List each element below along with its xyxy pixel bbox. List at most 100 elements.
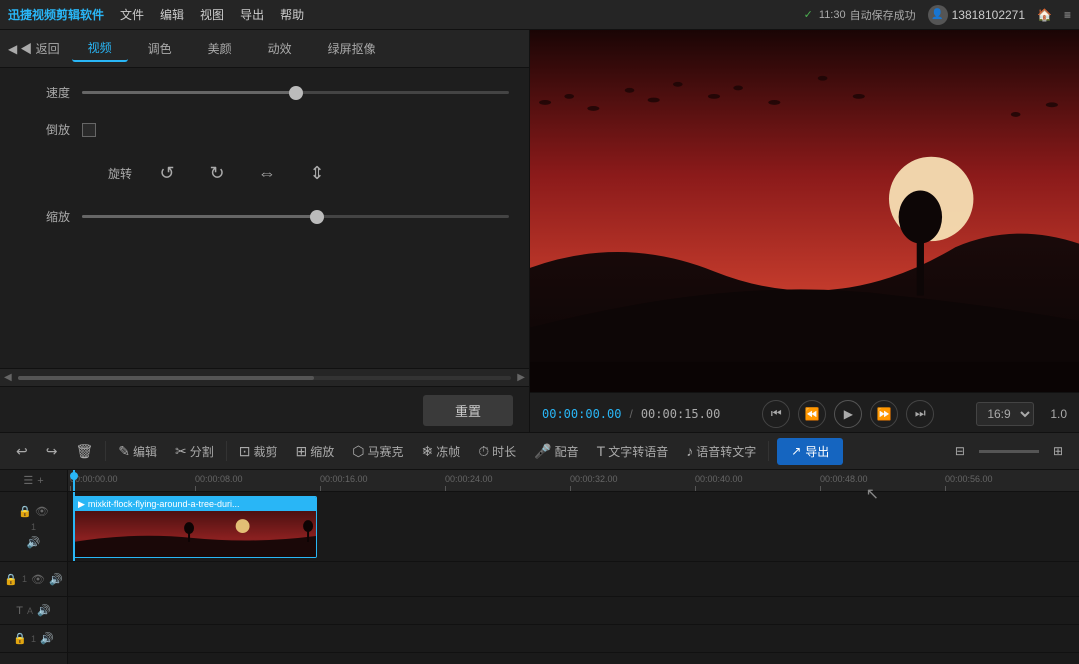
reverse-row: 倒放 (20, 121, 509, 138)
audio-label: 配音 (555, 443, 579, 460)
menu-edit[interactable]: 编辑 (160, 6, 184, 23)
speech-to-text-icon: ♪ (686, 443, 693, 459)
zoom-tl-button[interactable]: ⊞ 缩放 (288, 439, 343, 464)
menu-file[interactable]: 文件 (120, 6, 144, 23)
ruler-tick-4 (570, 486, 571, 491)
speech-to-text-label: 语音转文字 (696, 443, 756, 460)
scrollbar-thumb[interactable] (18, 376, 314, 380)
speed-slider[interactable] (82, 91, 509, 94)
track2-number: 1 (22, 574, 27, 584)
tab-video[interactable]: 视频 (72, 35, 128, 62)
video-track-lane[interactable]: ▶ mixkit-flock-flying-around-a-tree-duri… (68, 492, 1079, 562)
scale-row: 缩放 (20, 208, 509, 225)
tab-effect[interactable]: 动效 (252, 36, 308, 61)
user-info[interactable]: 👤 13818102271 (928, 5, 1025, 25)
rotate-label: 旋转 (82, 165, 132, 182)
split-button[interactable]: ✂ 分割 (167, 439, 222, 464)
divider-3 (768, 441, 769, 461)
track3-text-icon[interactable]: T (16, 605, 23, 617)
track-volume-icon[interactable]: 🔊 (27, 536, 41, 549)
rewind-button[interactable]: ⏪ (798, 400, 826, 428)
next-frame-button[interactable]: ⏭ (906, 400, 934, 428)
reset-button[interactable]: 重置 (423, 395, 513, 426)
home-icon[interactable]: 🏠 (1037, 8, 1052, 22)
duration-label: 时长 (492, 443, 516, 460)
delete-button[interactable]: 🗑 (67, 439, 101, 464)
zoom-out-button[interactable]: ⊟ (947, 440, 973, 462)
menu-help[interactable]: 帮助 (280, 6, 304, 23)
prev-frame-button[interactable]: ⏮ (762, 400, 790, 428)
horizontal-scrollbar[interactable]: ◀ ▶ (0, 368, 529, 386)
back-button[interactable]: ◀ ◀ 返回 (8, 40, 60, 57)
timeline-list-icon[interactable]: ☰ (23, 474, 33, 487)
track3-icon2[interactable]: 🔊 (37, 604, 51, 617)
track-lock-icon[interactable]: 🔒 (18, 505, 32, 518)
text-to-speech-button[interactable]: T 文字转语音 (589, 439, 677, 464)
audio-button[interactable]: 🎤 配音 (526, 439, 586, 464)
forward-button[interactable]: ⏩ (870, 400, 898, 428)
cut-label: 裁剪 (253, 443, 277, 460)
preview-area (530, 30, 1079, 392)
property-panel: 速度 倒放 旋转 ↺ ↻ ⇔ ⇕ 缩放 (0, 68, 529, 368)
menu-view[interactable]: 视图 (200, 6, 224, 23)
undo-icon: ↩ (16, 443, 28, 460)
clip-thumbnail (74, 511, 316, 557)
timeline-ruler: 00:00:00.00 00:00:08.00 00:00:16.00 00:0… (68, 470, 1079, 492)
divider-2 (226, 441, 227, 461)
ruler-label-1: 00:00:08.00 (195, 474, 243, 484)
track4-volume-icon[interactable]: 🔊 (40, 632, 54, 645)
play-button[interactable]: ▶ (834, 400, 862, 428)
edit-button[interactable]: ✎ 编辑 (110, 439, 165, 464)
tab-color[interactable]: 调色 (132, 36, 188, 61)
reverse-checkbox[interactable] (82, 123, 96, 137)
track2-lane[interactable] (68, 562, 1079, 597)
ruler-mark-2: 00:00:16.00 (318, 474, 443, 491)
undo-button[interactable]: ↩ (8, 439, 36, 464)
bottom-section: ↩ ↪ 🗑 ✎ 编辑 ✂ 分割 ⊡ 裁剪 ⊞ 缩放 ⬡ 马赛克 (0, 432, 1079, 664)
ruler-label-7: 00:00:56.00 (945, 474, 993, 484)
track2-icon2[interactable]: 👁 (31, 573, 45, 586)
zoom-slider[interactable] (979, 450, 1039, 453)
speech-to-text-button[interactable]: ♪ 语音转文字 (678, 439, 764, 464)
menu-export[interactable]: 导出 (240, 6, 264, 23)
export-icon: ↗ (791, 444, 801, 458)
scroll-left-arrow[interactable]: ◀ (4, 372, 12, 383)
aspect-ratio-select[interactable]: 16:9 9:16 1:1 4:3 (976, 402, 1034, 426)
text-to-speech-icon: T (597, 443, 606, 459)
mask-button[interactable]: ⬡ 马赛克 (344, 439, 411, 464)
timeline-add-icon[interactable]: + (37, 475, 43, 487)
redo-button[interactable]: ↪ (38, 439, 66, 464)
ruler-tick-6 (820, 486, 821, 491)
track4-icon1[interactable]: 🔒 (13, 632, 27, 645)
rotate-cw-button[interactable]: ↻ (202, 158, 232, 188)
export-button[interactable]: ↗ 导出 (777, 438, 843, 465)
track4-lane[interactable] (68, 625, 1079, 653)
scale-thumb[interactable] (310, 210, 324, 224)
scrollbar-track[interactable] (18, 376, 512, 380)
delete-icon: 🗑 (75, 443, 93, 460)
track2-icon1[interactable]: 🔒 (4, 573, 18, 586)
video-clip[interactable]: ▶ mixkit-flock-flying-around-a-tree-duri… (73, 496, 317, 558)
duration-button[interactable]: ⏱ 时长 (470, 439, 524, 464)
flip-h-button[interactable]: ⇔ (252, 158, 282, 188)
speed-thumb[interactable] (289, 86, 303, 100)
rotate-ccw-button[interactable]: ↺ (152, 158, 182, 188)
zoom-in-button[interactable]: ⊞ (1045, 440, 1071, 462)
track3-lane[interactable] (68, 597, 1079, 625)
tab-chromakey[interactable]: 绿屏抠像 (312, 36, 392, 61)
track2-volume-icon[interactable]: 🔊 (49, 573, 63, 586)
freeze-button[interactable]: ❄ 冻帧 (414, 439, 469, 464)
speed-row: 速度 (20, 84, 509, 101)
cut-button[interactable]: ⊡ 裁剪 (231, 439, 286, 464)
scroll-right-arrow[interactable]: ▶ (517, 372, 525, 383)
main-layout: ◀ ◀ 返回 视频 调色 美颜 动效 绿屏抠像 速度 倒放 (0, 30, 1079, 434)
track-visible-icon[interactable]: 👁 (35, 505, 49, 518)
more-icon[interactable]: ≡ (1064, 8, 1071, 22)
scale-slider[interactable] (82, 215, 509, 218)
timeline-header-controls: ☰ + (0, 470, 67, 492)
tab-beauty[interactable]: 美颜 (192, 36, 248, 61)
track4-header: 🔒 1 🔊 (0, 625, 67, 653)
flip-v-button[interactable]: ⇕ (302, 158, 332, 188)
export-label: 导出 (805, 443, 829, 460)
ruler-tick-2 (320, 486, 321, 491)
